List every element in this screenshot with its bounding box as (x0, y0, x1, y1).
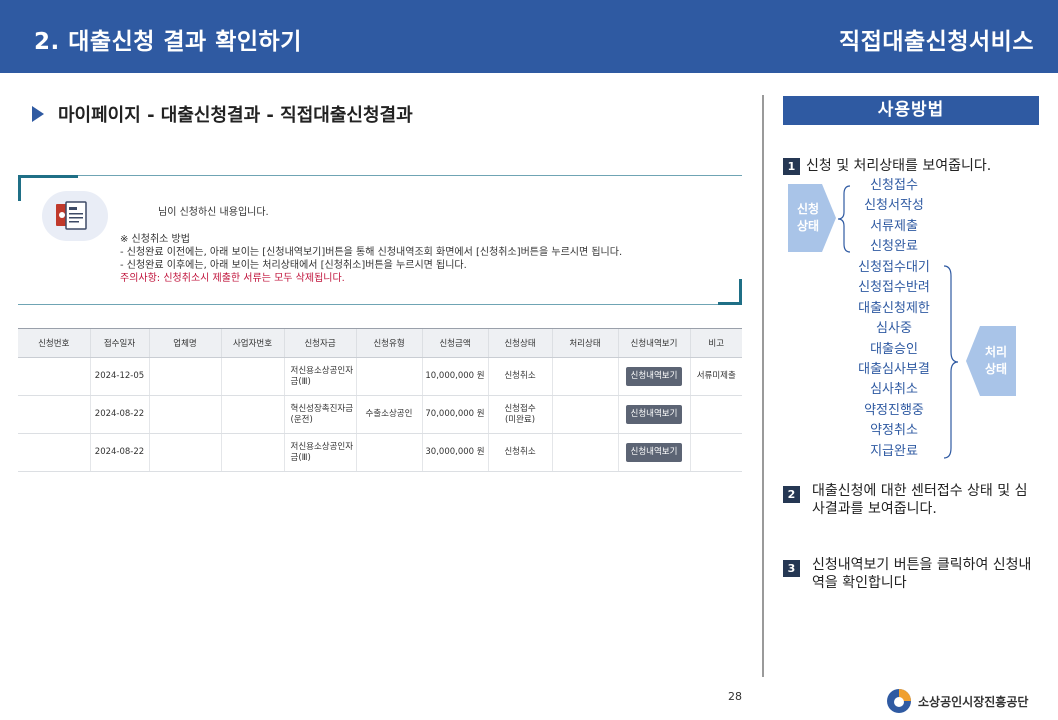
cell-fund: 혁신성장촉진자금(운전) (283, 395, 356, 434)
state-item: 대출승인 (870, 341, 918, 357)
cell-process-status (551, 357, 618, 396)
org-name: 소상공인시장진흥공단 (918, 694, 1029, 709)
page-number: 28 (728, 690, 742, 703)
org-logo-icon (887, 689, 911, 713)
instruction-line: ※ 신청취소 방법 (120, 234, 190, 245)
cell-company (148, 433, 221, 472)
vertical-divider (762, 95, 764, 677)
cell-process-status (551, 433, 618, 472)
column-header: 신청내역보기 (617, 328, 690, 358)
state-item: 대출심사부결 (858, 362, 930, 378)
cell-amount: 30,000,000 원 (421, 433, 488, 472)
state-item: 신청접수 (870, 178, 918, 193)
cell-type (355, 357, 422, 396)
loan-result-table: 신청번호 접수일자 업체명 사업자번호 신청자금 신청유형 신청금액 신청상태 … (18, 328, 742, 472)
state-item: 신청접수반려 (858, 280, 930, 296)
state-item: 약정진행중 (864, 402, 924, 418)
apply-state-tag: 신청 상태 (788, 184, 838, 252)
warning-text: 주의사항: 신청취소시 제출한 서류는 모두 삭제됩니다. (120, 273, 345, 284)
process-state-tag: 처리 상태 (966, 326, 1016, 396)
service-title: 직접대출신청서비스 (839, 29, 1034, 55)
cell-application-number (18, 433, 90, 472)
cell-amount: 10,000,000 원 (421, 357, 488, 396)
cell-fund: 저신용소상공인자금(Ⅲ) (283, 357, 356, 396)
cell-business-number (220, 395, 284, 434)
table-header-row: 신청번호 접수일자 업체명 사업자번호 신청자금 신청유형 신청금액 신청상태 … (18, 328, 742, 358)
step-number-badge: 3 (783, 560, 800, 577)
document-icon (42, 191, 108, 241)
cell-amount: 70,000,000 원 (421, 395, 488, 434)
triangle-bullet-icon (32, 106, 44, 122)
state-item: 심사중 (876, 321, 912, 337)
view-details-button[interactable]: 신청내역보기 (625, 443, 683, 462)
instruction-line: - 신청완료 이후에는, 아래 보이는 처리상태에서 [신청취소]버튼을 누르시… (120, 260, 467, 271)
state-item: 심사취소 (870, 382, 918, 398)
notice-box: 님이 신청하신 내용입니다. ※ 신청취소 방법 - 신청완료 이전에는, 아래… (18, 175, 742, 305)
column-header: 신청유형 (355, 328, 422, 358)
header-bar: 2. 대출신청 결과 확인하기 직접대출신청서비스 (0, 0, 1058, 73)
breadcrumb-text: 마이페이지 - 대출신청결과 - 직접대출신청결과 (58, 105, 413, 126)
state-item: 서류제출 (870, 218, 918, 234)
column-header: 비고 (689, 328, 742, 358)
cell-type (355, 433, 422, 472)
state-item: 신청완료 (870, 239, 918, 255)
table-row: 2024-08-22 혁신성장촉진자금(운전) 수출소상공인 70,000,00… (18, 395, 742, 434)
page-title: 2. 대출신청 결과 확인하기 (34, 29, 302, 55)
state-item: 지급완료 (870, 443, 918, 459)
view-details-button[interactable]: 신청내역보기 (625, 405, 683, 424)
cell-status: 신청접수 (미완료) (487, 395, 552, 434)
cell-status: 신청취소 (487, 357, 552, 396)
table-row: 2024-08-22 저신용소상공인자금(Ⅲ) 30,000,000 원 신청취… (18, 433, 742, 472)
notice-greeting: 님이 신청하신 내용입니다. (158, 207, 269, 218)
column-header: 접수일자 (89, 328, 149, 358)
column-header: 사업자번호 (220, 328, 284, 358)
usage-title: 사용방법 (783, 96, 1039, 125)
cell-company (148, 395, 221, 434)
process-state-brace-icon (943, 265, 959, 459)
cell-date: 2024-08-22 (89, 395, 149, 434)
step-description: 신청내역보기 버튼을 클릭하여 신청내역을 확인합니다 (812, 557, 1032, 591)
cell-type: 수출소상공인 (355, 395, 422, 434)
apply-state-list: 신청접수 신청서작성 서류제출 신청완료 (850, 176, 938, 258)
process-state-list: 신청접수대기 신청접수반려 대출신청제한 심사중 대출승인 대출심사부결 심사취… (848, 258, 940, 462)
state-item: 신청접수대기 (858, 260, 930, 275)
cell-business-number (220, 433, 284, 472)
cell-view: 신청내역보기 (617, 357, 690, 396)
state-item: 약정취소 (870, 423, 918, 439)
table-row: 2024-12-05 저신용소상공인자금(Ⅲ) 10,000,000 원 신청취… (18, 357, 742, 396)
cell-process-status (551, 395, 618, 434)
column-header: 신청번호 (18, 328, 90, 358)
cancel-instructions: ※ 신청취소 방법 - 신청완료 이전에는, 아래 보이는 [신청내역보기]버튼… (120, 233, 622, 285)
cell-fund: 저신용소상공인자금(Ⅲ) (283, 433, 356, 472)
org-logo: 소상공인시장진흥공단 (886, 688, 1028, 714)
state-item: 신청서작성 (864, 198, 924, 214)
column-header: 신청금액 (421, 328, 488, 358)
step-number-badge: 1 (783, 158, 800, 175)
cell-note: 서류미제출 (689, 357, 742, 396)
process-state-label: 처리 상태 (984, 345, 1008, 376)
step-description: 신청 및 처리상태를 보여줍니다. (806, 158, 992, 174)
cell-view: 신청내역보기 (617, 395, 690, 434)
cell-application-number (18, 395, 90, 434)
cell-date: 2024-12-05 (89, 357, 149, 396)
column-header: 업체명 (148, 328, 221, 358)
cell-note (689, 433, 742, 472)
column-header: 신청상태 (487, 328, 552, 358)
step-description: 대출신청에 대한 센터접수 상태 및 심사결과를 보여줍니다. (812, 483, 1028, 517)
column-header: 처리상태 (551, 328, 618, 358)
step-number-badge: 2 (783, 486, 800, 503)
cell-status: 신청취소 (487, 433, 552, 472)
cell-view: 신청내역보기 (617, 433, 690, 472)
state-item: 대출신청제한 (858, 300, 930, 316)
apply-state-label: 신청 상태 (796, 202, 820, 233)
cell-note (689, 395, 742, 434)
instruction-line: - 신청완료 이전에는, 아래 보이는 [신청내역보기]버튼을 통해 신청내역조… (120, 247, 623, 258)
cell-business-number (220, 357, 284, 396)
column-header: 신청자금 (283, 328, 356, 358)
breadcrumb: 마이페이지 - 대출신청결과 - 직접대출신청결과 (32, 100, 413, 128)
cell-application-number (18, 357, 90, 396)
cell-company (148, 357, 221, 396)
view-details-button[interactable]: 신청내역보기 (625, 367, 683, 386)
cell-date: 2024-08-22 (89, 433, 149, 472)
